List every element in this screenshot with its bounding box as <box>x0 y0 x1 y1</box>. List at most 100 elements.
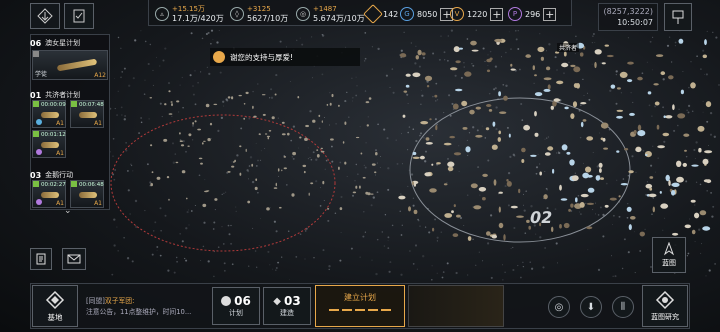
fleet-num: 06 <box>30 38 42 48</box>
orb-icon <box>36 199 42 205</box>
plan-icon <box>221 296 232 306</box>
toast-text: 谢您的支持与厚爱! <box>230 52 294 62</box>
build-count: 03 <box>284 294 301 308</box>
menu-button[interactable] <box>30 3 60 29</box>
task-button[interactable] <box>64 3 94 29</box>
resource-gas[interactable]: ◎ +1487 5.674万/10万 <box>296 2 365 26</box>
mail-button[interactable] <box>62 248 86 270</box>
slot-timer: 00:02:27 <box>41 182 66 188</box>
build-plan-panel[interactable]: 建立计划 <box>315 285 405 327</box>
fleet-slot[interactable]: 00:00:09 A1 <box>32 100 66 128</box>
coords-panel[interactable]: (8257,3222) 10:50:07 <box>598 3 658 31</box>
fleet-slot[interactable]: 学徒 A12 <box>32 50 108 80</box>
resource-metal[interactable]: ▵ +15.15万 17.1万/420万 <box>155 2 224 26</box>
energy-display[interactable]: G 8050 + <box>400 2 454 26</box>
coords-text: (8257,3222) <box>603 7 653 16</box>
chat-channel: [同盟] <box>86 297 105 305</box>
fleet-header-1[interactable]: 06 澳女星计划 <box>30 38 80 48</box>
crystal-value: 5627/10万 <box>247 14 289 23</box>
slot-level: A1 <box>56 150 64 157</box>
coin-value: 1220 <box>467 9 488 19</box>
rank-display[interactable]: 142 <box>363 2 398 26</box>
add-gem-button[interactable]: + <box>543 7 557 21</box>
radar-button[interactable]: ◎ <box>548 296 570 318</box>
own-range-circle <box>409 97 631 243</box>
ship-icon <box>79 192 97 198</box>
blueprint-button[interactable]: 蓝图 <box>652 237 686 273</box>
enemy-range-circle <box>110 114 336 252</box>
status-badge <box>33 131 39 137</box>
slot-label: 学徒 <box>35 71 48 78</box>
gas-icon: ◎ <box>296 7 310 21</box>
fleet-slot[interactable]: 00:01:12 A1 <box>32 130 66 158</box>
fleet-slot[interactable]: 00:06:48 A1 <box>70 180 104 208</box>
build-button[interactable]: ◆ 03 建造 <box>263 287 311 325</box>
resource-crystal[interactable]: ◊ +3125 5627/10万 <box>230 2 288 26</box>
research-icon <box>655 290 675 310</box>
crystal-gain: +3125 <box>247 5 271 13</box>
unit-tag[interactable]: 共济者 <box>557 43 580 52</box>
map-pin-button[interactable] <box>664 3 692 31</box>
slot-timer: 00:00:09 <box>41 102 66 108</box>
rank-icon <box>363 4 383 24</box>
gem-value: 296 <box>525 9 541 19</box>
ship-icon <box>41 112 59 118</box>
fleet-header-2[interactable]: 01 共济者计划 <box>30 90 80 100</box>
energy-icon: G <box>400 7 414 21</box>
chevron-down-icon[interactable]: ⌄ <box>64 206 72 216</box>
crystal-icon: ◊ <box>230 7 244 21</box>
fleet-name: 澳女星计划 <box>45 39 81 47</box>
plan-button[interactable]: 06 计划 <box>212 287 260 325</box>
fleet-header-3[interactable]: 03 金鹅行动 <box>30 170 73 180</box>
base-button[interactable]: 基地 <box>32 285 78 327</box>
arrow-down-icon: ⬇ <box>586 301 596 313</box>
slot-timer: 00:01:12 <box>41 132 66 138</box>
blueprint-research-label: 蓝图研究 <box>651 313 679 321</box>
mail-icon <box>67 254 81 264</box>
ship-icon <box>41 142 59 148</box>
build-plan-title: 建立计划 <box>344 293 376 302</box>
fleet-num: 01 <box>30 90 42 100</box>
orb-icon <box>36 119 42 125</box>
fleet-name: 共济者计划 <box>45 91 81 99</box>
build-icon: ◆ <box>273 295 281 307</box>
add-coin-button[interactable]: + <box>490 7 504 21</box>
orb-icon <box>36 149 42 155</box>
build-plan-progress <box>316 309 404 311</box>
team-icon: ⫼ <box>620 302 626 312</box>
status-badge <box>33 101 39 107</box>
fleet-slot[interactable]: 00:02:27 A1 <box>32 180 66 208</box>
rocket-icon <box>663 242 675 256</box>
slot-level: A1 <box>94 120 102 127</box>
checklist-icon <box>73 9 85 23</box>
team-button[interactable]: ⫼ <box>612 296 634 318</box>
toast-message: 谢您的支持与厚爱! <box>210 48 360 66</box>
compass-icon <box>37 8 53 24</box>
build-slot-preview[interactable] <box>408 285 504 327</box>
gas-gain: +1487 <box>313 5 337 13</box>
energy-value: 8050 <box>417 9 438 19</box>
blueprint-label: 蓝图 <box>662 259 676 267</box>
base-label: 基地 <box>47 312 63 322</box>
fleet-name: 金鹅行动 <box>45 171 74 179</box>
coin-display[interactable]: V 1220 + <box>450 2 504 26</box>
blueprint-research-button[interactable]: 蓝图研究 <box>642 285 688 327</box>
fleet-num: 03 <box>30 170 42 180</box>
plan-label: 计划 <box>229 309 243 317</box>
base-icon <box>45 290 65 309</box>
notes-button[interactable] <box>30 248 52 270</box>
download-button[interactable]: ⬇ <box>580 296 602 318</box>
ship-icon <box>56 58 98 72</box>
flag-icon <box>672 10 684 24</box>
gas-value: 5.674万/10万 <box>313 14 365 23</box>
coin-icon: V <box>450 7 464 21</box>
build-label: 建造 <box>280 309 294 317</box>
chat-preview[interactable]: [同盟]双子军团: 注意公告，11点整维护，时间10... <box>86 296 208 318</box>
plan-count: 06 <box>234 294 251 308</box>
gem-display[interactable]: P 296 + <box>508 2 557 26</box>
slot-level: A1 <box>56 120 64 127</box>
status-badge <box>33 51 39 57</box>
fleet-slot[interactable]: 00:07:48 A1 <box>70 100 104 128</box>
document-icon <box>36 253 46 265</box>
status-badge <box>71 181 77 187</box>
